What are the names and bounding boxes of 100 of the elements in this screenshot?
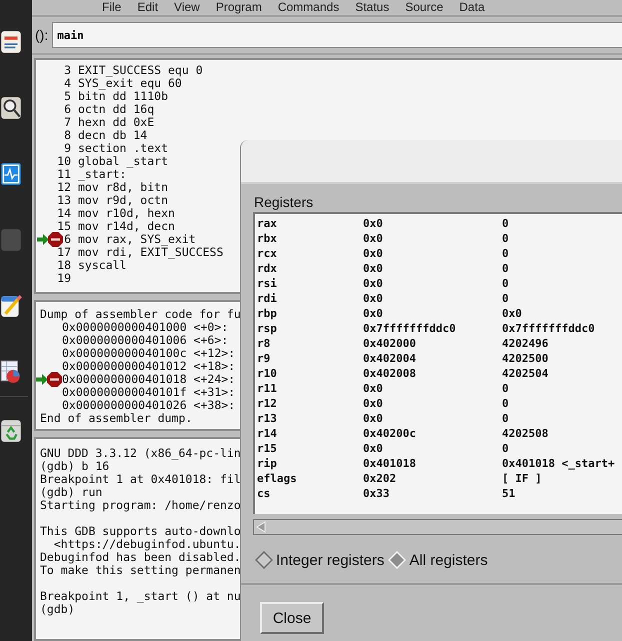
register-hex-value: 0x40200c [363,426,417,441]
line-number: 4 [64,77,71,90]
register-natural-value: 4202508 [502,426,550,441]
monitor-icon[interactable] [0,162,22,186]
register-name: r10 [257,366,278,381]
source-code-line: mov r14d, decn [78,220,175,233]
register-natural-value: 0 [502,216,510,231]
register-name: r8 [257,336,272,351]
register-natural-value: 0 [502,231,510,246]
register-name: rbp [257,306,278,321]
register-name: eflags [257,471,298,486]
line-number: 6 [64,233,71,246]
register-hex-value: 0x0 [363,306,384,321]
argument-field[interactable]: main [52,22,622,48]
console-line: (gdb) b 16 [40,460,110,473]
stop-sign-icon[interactable] [48,232,63,247]
source-code-line: mov rdi, EXIT_SUCCESS [78,246,224,259]
line-number: 5 [64,90,71,103]
line-number: 6 [64,103,71,116]
menu-item[interactable]: Status [355,1,390,14]
menu-item[interactable]: View [174,1,200,14]
line-number: 12 [57,181,71,194]
source-code-line: _start: [78,168,126,181]
register-natural-value: [ IF ] [502,471,543,486]
console-line: (gdb) [40,603,75,616]
assembler-address-line: 0x0000000000401006 <+6>: [62,334,228,347]
register-hex-value: 0x0 [363,411,384,426]
register-hex-value: 0x7fffffffddc0 [363,321,457,336]
assembler-address-line: 0x0000000000401012 <+18>: [62,360,236,373]
assembler-address-line: 0x0000000000401026 <+38>: [62,399,236,412]
menu-item[interactable]: File [102,1,122,14]
registers-label: Registers [254,194,314,210]
register-hex-value: 0x0 [363,381,384,396]
register-natural-value: 0x7fffffffddc0 [502,321,596,336]
console-line: To make this setting permanen [40,564,241,577]
register-hex-value: 0x0 [363,261,384,276]
register-name: r11 [257,381,278,396]
line-number: 8 [64,129,71,142]
register-name: rbx [257,231,278,246]
line-number: 14 [57,207,71,220]
register-hex-value: 0x0 [363,216,384,231]
spreadsheet-icon[interactable] [0,360,22,384]
register-natural-value: 0 [502,411,510,426]
line-number: 7 [64,116,71,129]
register-name: r15 [257,441,278,456]
register-name: rdx [257,261,278,276]
horizontal-scrollbar[interactable] [253,519,622,535]
recycle-bin-icon[interactable] [0,419,22,443]
register-name: r12 [257,396,278,411]
source-code-line: mov r8d, bitn [78,181,168,194]
line-number: 9 [64,142,71,155]
radio-option[interactable]: Integer registers [255,551,384,569]
assembler-address-line: 0x0000000000401000 <+0>: [62,321,228,334]
assembler-text-line: Dump of assembler code for fu [40,308,241,321]
source-code-line: decn db 14 [78,129,148,142]
register-hex-value: 0x0 [363,291,384,306]
menu-item[interactable]: Program [216,1,262,14]
source-code-line: mov r10d, hexn [78,207,175,220]
magnifier-icon[interactable] [0,96,22,120]
source-code-line: mov rax, SYS_exit [78,233,196,246]
source-code-line: bitn dd 1110b [78,90,168,103]
radio-option[interactable]: All registers [388,551,488,569]
register-hex-value: 0x402008 [363,366,417,381]
menu-item[interactable]: Commands [278,1,340,14]
document-icon[interactable] [0,30,22,54]
close-button[interactable]: Close [260,602,324,634]
register-hex-value: 0x33 [363,486,390,501]
register-hex-value: 0x0 [363,396,384,411]
radio-diamond-icon[interactable] [255,551,273,569]
line-number: 13 [57,194,71,207]
line-number: 11 [57,168,71,181]
console-line: Debuginfod has been disabled. [40,551,241,564]
register-natural-value: 0 [502,381,510,396]
register-natural-value: 0x401018 <_start+ [502,456,616,471]
console-line: Breakpoint 1 at 0x401018: fil [40,473,241,486]
line-number: 15 [57,220,71,233]
assembler-address-line: 0x0000000000401018 <+24>: [62,373,236,386]
source-code-line: mov r9d, octn [78,194,168,207]
argument-label: (): [35,27,48,43]
register-natural-value: 0 [502,396,510,411]
stop-sign-icon[interactable] [47,372,62,387]
register-name: r14 [257,426,278,441]
register-hex-value: 0x0 [363,441,384,456]
menu-item[interactable]: Data [459,1,485,14]
register-hex-value: 0x0 [363,246,384,261]
line-number: 10 [57,155,71,168]
source-code-line: SYS_exit equ 60 [78,77,182,90]
menu-item[interactable]: Source [405,1,444,14]
register-name: rax [257,216,278,231]
assembler-address-line: 0x000000000040100c <+12>: [62,347,236,360]
register-name: cs [257,486,272,501]
source-code-line: syscall [78,259,126,272]
menu-item[interactable]: Edit [137,1,158,14]
register-name: r13 [257,411,278,426]
source-code-line: hexn dd 0xE [78,116,154,129]
console-line: (gdb) run [40,486,102,499]
console-line: <https://debuginfod.ubuntu. [52,538,241,551]
notepad-icon[interactable] [0,294,22,318]
register-natural-value: 4202496 [502,336,550,351]
register-natural-value: 0 [502,261,510,276]
